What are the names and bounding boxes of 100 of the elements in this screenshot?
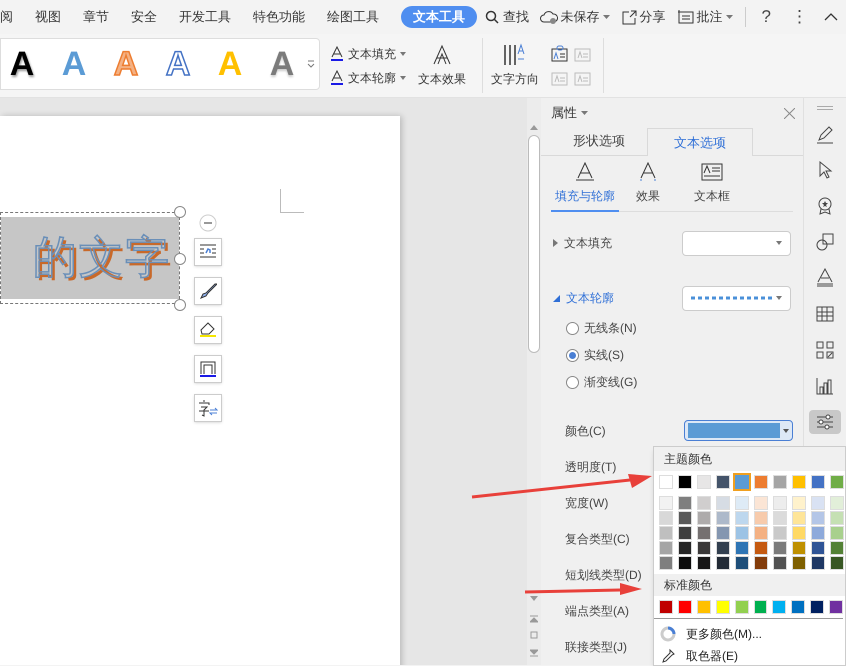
color-swatch[interactable] [792, 526, 806, 540]
select-browse-icon[interactable] [530, 631, 538, 639]
color-swatch[interactable] [659, 556, 673, 570]
collapse-ribbon-icon[interactable] [824, 13, 838, 21]
color-swatch[interactable] [678, 496, 692, 510]
color-swatch[interactable] [792, 511, 806, 525]
color-swatch[interactable] [754, 600, 768, 614]
color-swatch[interactable] [773, 496, 787, 510]
color-swatch[interactable] [772, 600, 786, 614]
color-swatch[interactable] [735, 526, 749, 540]
color-swatch[interactable] [696, 600, 711, 614]
text-link-icon[interactable] [551, 44, 568, 62]
color-swatch[interactable] [754, 541, 768, 555]
wordart-style[interactable]: A [7, 47, 37, 81]
menu-tab[interactable]: 特色功能 [253, 7, 305, 27]
line-option-radio[interactable]: 实线(S) [566, 346, 791, 364]
color-swatch[interactable] [829, 600, 844, 614]
color-swatch[interactable] [735, 475, 749, 489]
color-swatch[interactable] [830, 496, 844, 510]
color-dropdown[interactable] [684, 420, 793, 441]
color-swatch[interactable] [716, 526, 730, 540]
color-swatch[interactable] [659, 600, 673, 614]
gallery-more-icon[interactable] [307, 59, 315, 69]
color-swatch[interactable] [810, 600, 824, 614]
color-swatch[interactable] [659, 475, 673, 489]
fill-dropdown[interactable] [682, 230, 791, 256]
sidebar-tool[interactable] [809, 410, 841, 434]
color-swatch[interactable] [830, 541, 844, 555]
color-swatch[interactable] [697, 541, 711, 555]
text-outline-button[interactable]: 文本轮廓 [330, 68, 406, 86]
section-header[interactable]: 文本轮廓 [553, 289, 614, 307]
line-option-radio[interactable]: 渐变线(G) [566, 373, 791, 391]
text-effect-button[interactable]: 文本效果 [410, 34, 474, 97]
color-swatch[interactable] [678, 511, 692, 525]
line-style-dropdown[interactable] [682, 286, 791, 310]
color-swatch[interactable] [811, 541, 825, 555]
color-swatch[interactable] [678, 541, 692, 555]
color-swatch[interactable] [830, 475, 844, 489]
color-swatch[interactable] [811, 526, 825, 540]
color-swatch[interactable] [659, 511, 673, 525]
text-direction-button[interactable]: 文字方向 [483, 34, 547, 97]
color-swatch[interactable] [811, 475, 825, 489]
color-swatch[interactable] [716, 475, 730, 489]
menu-tab[interactable]: 绘图工具 [327, 7, 379, 27]
caret-icon[interactable] [581, 111, 588, 115]
color-swatch[interactable] [830, 556, 844, 570]
wordart-style[interactable]: A [163, 47, 193, 81]
panel-tab[interactable]: 文本选项 [647, 128, 753, 156]
color-swatch[interactable] [716, 600, 730, 614]
color-swatch[interactable] [697, 511, 711, 525]
color-swatch[interactable] [811, 496, 825, 510]
panel-subtab[interactable]: 效果 [619, 156, 677, 211]
menu-tab[interactable]: 阅 [0, 7, 13, 27]
section-header[interactable]: 文本填充 [553, 234, 612, 252]
collapse-icon[interactable] [199, 214, 217, 232]
scrollbar-thumb[interactable] [528, 135, 540, 353]
color-swatch[interactable] [754, 511, 768, 525]
help-button[interactable]: ? [758, 4, 775, 30]
color-swatch[interactable] [659, 496, 673, 510]
color-swatch[interactable] [754, 475, 768, 489]
previous-page-icon[interactable] [530, 615, 538, 623]
menu-tab[interactable]: 章节 [83, 7, 109, 27]
panel-subtab[interactable]: 文本框 [677, 156, 747, 211]
text-wrap-button[interactable] [194, 238, 222, 266]
brush-button[interactable] [194, 277, 222, 305]
share-button[interactable]: 分享 [622, 7, 666, 27]
color-swatch[interactable] [811, 556, 825, 570]
menu-tab[interactable]: 安全 [131, 7, 157, 27]
close-icon[interactable] [784, 108, 795, 118]
color-swatch[interactable] [754, 496, 768, 510]
color-swatch[interactable] [773, 556, 787, 570]
color-swatch[interactable] [678, 526, 692, 540]
color-swatch[interactable] [792, 541, 806, 555]
text-box-icon[interactable] [551, 70, 568, 86]
more-button[interactable]: ⋮ [787, 4, 812, 30]
panel-tab[interactable]: 形状选项 [551, 127, 647, 155]
next-page-icon[interactable] [530, 649, 538, 657]
search-button[interactable]: 查找 [485, 7, 529, 27]
color-swatch[interactable] [678, 556, 692, 570]
scroll-up-icon[interactable] [530, 124, 538, 130]
color-swatch[interactable] [773, 526, 787, 540]
color-swatch[interactable] [792, 496, 806, 510]
color-swatch[interactable] [716, 511, 730, 525]
drag-handle-icon[interactable] [817, 106, 833, 110]
color-swatch[interactable] [716, 541, 730, 555]
color-swatch[interactable] [754, 526, 768, 540]
fill-button[interactable] [194, 316, 222, 344]
color-swatch[interactable] [830, 526, 844, 540]
scroll-down-icon[interactable] [530, 596, 538, 602]
color-swatch[interactable] [659, 526, 673, 540]
text-fill-button[interactable]: 文本填充 [330, 44, 406, 62]
color-swatch[interactable] [716, 556, 730, 570]
color-swatch[interactable] [792, 475, 806, 489]
text-box-icon[interactable] [574, 70, 591, 86]
color-swatch[interactable] [735, 511, 749, 525]
color-swatch[interactable] [811, 511, 825, 525]
color-swatch[interactable] [697, 475, 711, 489]
color-swatch[interactable] [754, 556, 768, 570]
text-convert-button[interactable] [194, 394, 222, 422]
menu-tab[interactable]: 开发工具 [179, 7, 231, 27]
